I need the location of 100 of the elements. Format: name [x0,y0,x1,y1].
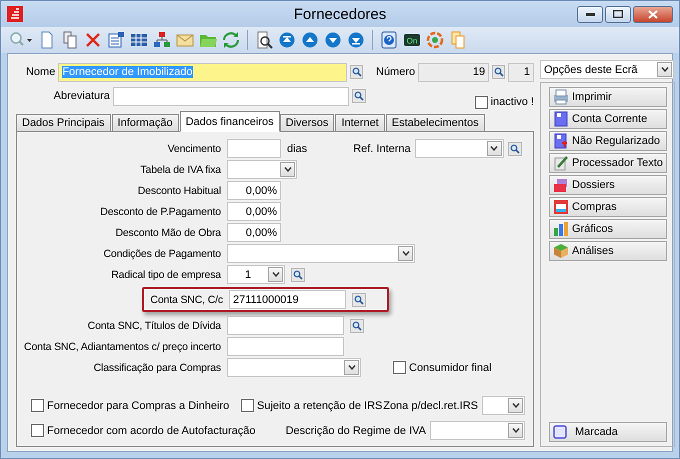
next-icon[interactable] [324,31,342,49]
book-icon [553,111,569,127]
field-label: Radical tipo de empresa [110,268,221,280]
field-label: Vencimento [166,142,221,154]
search-icon [352,67,362,77]
field-label: Número [375,66,416,78]
input-field: 1 [508,62,534,82]
maximize-icon [613,10,623,18]
delete-icon[interactable] [84,31,102,49]
first-icon[interactable] [278,31,296,49]
folders-icon [553,177,569,193]
tab[interactable]: Estabelecimentos [386,114,485,132]
tab[interactable]: Internet [335,114,385,132]
dropdown[interactable] [227,160,297,179]
search-button[interactable] [350,318,364,332]
dropdown[interactable]: Opções deste Ecrã [540,60,674,79]
input-field[interactable]: 0,00% [227,181,281,200]
search-icon [354,294,364,304]
input-field[interactable]: 27111000019 [229,290,346,309]
tab[interactable]: Dados financeiros [180,111,280,132]
refresh-icon[interactable] [222,31,240,49]
caret-icon [272,272,280,277]
hierarchy-icon[interactable] [153,31,171,49]
search-button[interactable] [492,65,505,79]
minimize-icon [586,12,594,16]
field-label: Conta SNC, Títulos de Dívida [86,320,221,332]
dropdown[interactable] [227,358,361,377]
option-button[interactable]: Gráficos [549,219,667,239]
checkbox[interactable] [474,96,488,108]
option-button[interactable]: Não Regularizado [549,131,667,151]
app-logo-icon [7,6,23,22]
sync-icon[interactable] [426,31,444,49]
last-icon[interactable] [347,31,365,49]
caret-icon [284,167,292,172]
field-label: Zona p/decl.ret.IRS [383,400,478,412]
search-button[interactable] [350,65,364,79]
marked-button[interactable]: Marcada [549,422,667,442]
table-icon[interactable] [130,31,148,49]
field-label: Condições de Pagamento [102,248,221,260]
form-icon[interactable] [107,31,125,49]
caret-icon [512,428,520,433]
input-field[interactable]: 0,00% [227,202,281,221]
input-field[interactable] [227,316,344,335]
field-label: Desconto Habitual [136,184,221,196]
caret-icon [348,365,356,370]
caret-icon [490,146,498,151]
input-field[interactable]: 0,00% [227,223,281,242]
checkbox-label: inactivo ! [490,96,534,108]
field-label: Abreviatura [52,90,110,102]
preview-icon[interactable] [255,31,273,49]
input-field[interactable] [227,139,281,158]
help-icon[interactable] [380,31,398,49]
option-button[interactable]: Conta Corrente [549,109,667,129]
dropdown[interactable]: 1 [227,265,285,284]
caret-icon [402,251,410,256]
search-icon [352,320,362,330]
search-icon [494,67,504,77]
option-button[interactable]: Análises [549,241,667,261]
tab[interactable]: Dados Principais [16,114,111,132]
previous-icon[interactable] [301,31,319,49]
dropdown[interactable] [430,421,525,440]
input-field[interactable] [112,86,349,106]
on-icon[interactable]: On [403,31,421,49]
square-icon [553,425,567,439]
checkbox[interactable] [31,399,44,412]
printer-icon [553,89,569,105]
checkbox[interactable] [393,361,406,374]
calendar-icon [553,199,569,215]
cube-icon [553,243,569,259]
minimize-button[interactable] [577,6,603,22]
copy-icon[interactable] [61,31,79,49]
tab[interactable]: Diversos [280,114,334,132]
search-icon [354,91,364,101]
search-button[interactable] [508,142,522,156]
checkbox[interactable] [31,424,44,437]
close-button[interactable] [633,6,673,22]
field-label: Descrição do Regime de IVA [286,424,426,436]
option-button[interactable]: Processador Texto [549,153,667,173]
book-icon [553,133,569,149]
bar-chart-icon [553,221,569,237]
search-icon [510,144,520,154]
option-button[interactable]: Dossiers [549,175,667,195]
checkbox-label: Fornecedor para Compras a Dinheiro [47,400,230,412]
input-field: 19 [418,62,490,82]
search-button[interactable] [352,89,366,103]
maximize-button[interactable] [605,6,631,22]
option-button[interactable]: Imprimir [549,87,667,107]
dropdown[interactable] [482,396,525,415]
caret-icon [512,403,520,408]
input-field[interactable] [227,337,344,356]
field-label: Ref. Interna [353,142,411,154]
checkbox-label: Consumidor final [409,362,492,374]
search-button[interactable] [352,292,366,306]
field-label: Desconto de P.Pagamento [99,206,221,218]
checkbox[interactable] [241,399,254,412]
tab[interactable]: Informação [112,114,179,132]
option-button[interactable]: Compras [549,197,667,217]
search-button[interactable] [291,268,305,282]
field-label: Conta SNC, Adiantamentos c/ preço incerto [23,340,221,352]
pencil-icon [553,155,569,171]
